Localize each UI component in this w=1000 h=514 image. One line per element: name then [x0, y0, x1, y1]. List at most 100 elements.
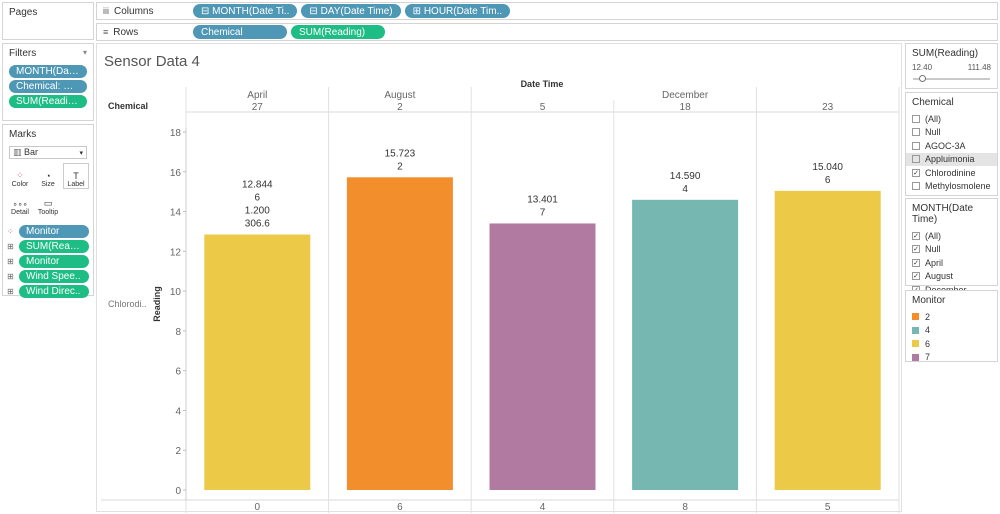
label-field-icon: ⊞	[7, 242, 14, 251]
detail-icon: ∘∘∘	[12, 200, 28, 209]
mark-type-value: Bar	[24, 147, 39, 157]
mark-field-monitor-color[interactable]: Monitor	[19, 225, 89, 238]
legend-swatch	[912, 340, 919, 348]
size-button[interactable]: ◔ Size	[35, 163, 61, 189]
row-pill-chemical[interactable]: Chemical	[193, 25, 287, 39]
chemical-option-label: Null	[925, 127, 941, 138]
bar-monitor-2[interactable]	[346, 177, 453, 491]
mark-field-wind-direction[interactable]: Wind Direc..	[19, 285, 89, 298]
chemical-option[interactable]: Methylosmolene	[906, 180, 997, 194]
chemical-option[interactable]: Appluimonia	[906, 152, 997, 166]
checkbox-checked-icon[interactable]: ✓	[912, 258, 920, 267]
size-icon: ◔	[45, 171, 51, 181]
bar-monitor-7[interactable]	[489, 223, 596, 490]
tooltip-button[interactable]: ▭ Tooltip	[35, 191, 61, 217]
day-header-label: 23	[822, 102, 834, 113]
chemical-option[interactable]: Null	[906, 126, 997, 140]
color-button[interactable]: ⁘ Color	[7, 163, 33, 189]
column-pill-day[interactable]: ⊟ DAY(Date Time)	[301, 4, 401, 18]
chemical-option[interactable]: ✓ Chlorodinine	[906, 166, 997, 180]
marks-card[interactable]: Marks ▥ Bar ▾ ⁘ Color ◔ Size T Label ∘∘∘…	[2, 124, 94, 298]
column-pill-hour[interactable]: ⊞ HOUR(Date Tim..	[404, 4, 511, 18]
columns-icon: iii	[103, 6, 109, 16]
monitor-legend-label: 2	[925, 311, 931, 322]
month-filter-card[interactable]: MONTH(Date Time) ✓ (All) ✓ Null ✓ April ✓ Augus…	[905, 198, 998, 295]
checkbox-icon[interactable]	[912, 114, 920, 123]
filter-month-pill[interactable]: MONTH(Date Ti..	[9, 65, 87, 78]
chemical-option[interactable]: AGOC-3A	[906, 139, 997, 153]
bar-monitor-6[interactable]	[204, 234, 311, 490]
chemical-option-label: Chlorodinine	[925, 167, 976, 178]
sum-reading-range-card[interactable]: SUM(Reading) 12.40 111.48	[905, 43, 998, 89]
pages-title: Pages	[9, 7, 38, 18]
checkbox-icon[interactable]	[912, 182, 920, 191]
chemical-row-header: Chemical	[108, 101, 148, 111]
range-slider[interactable]	[913, 75, 990, 82]
chemical-row-value: Chlorodi..	[108, 299, 147, 309]
bar-monitor-6[interactable]	[774, 190, 881, 491]
monitor-legend-label: 4	[925, 325, 931, 336]
checkbox-checked-icon[interactable]: ✓	[912, 272, 920, 281]
label-button[interactable]: T Label	[63, 163, 89, 189]
column-pill-month[interactable]: ⊟ MONTH(Date Ti..	[193, 4, 298, 18]
mark-field-wind-speed[interactable]: Wind Spee..	[19, 270, 89, 283]
filters-menu-icon[interactable]: ▾	[83, 48, 87, 59]
chemical-filter-card[interactable]: Chemical (All) Null AGOC-3A Appluimonia ✓ Chl…	[905, 92, 998, 196]
month-option[interactable]: ✓ (All)	[906, 229, 997, 243]
color-field-icon: ⁘	[7, 227, 14, 236]
label-field-icon: ⊞	[7, 272, 14, 281]
monitor-legend-item[interactable]: 4	[906, 324, 997, 338]
legend-swatch	[912, 313, 919, 321]
row-pill-sum-reading[interactable]: SUM(Reading)	[291, 25, 385, 39]
month-filter-title: MONTH(Date Time)	[912, 203, 974, 225]
month-header-label: August	[384, 90, 415, 101]
month-header-label: December	[662, 90, 709, 101]
hour-axis-label: 8	[682, 502, 688, 513]
chemical-option-label: AGOC-3A	[925, 140, 966, 151]
hour-axis-label: 5	[825, 502, 831, 513]
y-tick-label: 12	[170, 247, 182, 258]
label-button-label: Label	[67, 181, 85, 188]
mark-field-sum-reading[interactable]: SUM(Readi..	[19, 240, 89, 253]
label-icon: T	[73, 171, 79, 181]
detail-button[interactable]: ∘∘∘ Detail	[7, 191, 33, 217]
monitor-legend-card[interactable]: Monitor 2 4 6 7	[905, 290, 998, 362]
monitor-legend-item[interactable]: 7	[906, 351, 997, 365]
chemical-option[interactable]: (All)	[906, 112, 997, 126]
bar-data-label: 12.844	[242, 180, 273, 191]
filter-sum-reading-pill[interactable]: SUM(Reading)	[9, 95, 87, 108]
month-option[interactable]: ✓ August	[906, 270, 997, 284]
filter-chemical-pill[interactable]: Chemical: Chlor..	[9, 80, 87, 93]
color-icon: ⁘	[16, 170, 24, 180]
pages-shelf[interactable]: Pages	[2, 2, 94, 40]
bar-data-label: 13.401	[527, 194, 558, 205]
chemical-option-label: Appluimonia	[925, 154, 975, 165]
monitor-legend-label: 6	[925, 338, 931, 349]
checkbox-checked-icon[interactable]: ✓	[912, 245, 920, 254]
day-header-label: 2	[397, 102, 403, 113]
bar-data-label: 15.723	[385, 148, 416, 159]
checkbox-checked-icon[interactable]: ✓	[912, 168, 920, 177]
checkbox-icon[interactable]	[912, 155, 920, 164]
columns-shelf[interactable]: iii Columns ⊟ MONTH(Date Ti.. ⊟ DAY(Date…	[96, 2, 998, 20]
rows-shelf[interactable]: ≡ Rows Chemical SUM(Reading)	[96, 23, 998, 41]
y-tick-label: 8	[175, 327, 181, 338]
bar-data-label: 306.6	[245, 219, 270, 230]
bar-monitor-4[interactable]	[632, 199, 739, 490]
month-option-label: August	[925, 271, 954, 282]
range-slider-handle-min[interactable]	[919, 75, 926, 82]
y-tick-label: 16	[170, 168, 182, 179]
filters-shelf[interactable]: Filters ▾ MONTH(Date Ti.. Chemical: Chlo…	[2, 43, 94, 121]
y-tick-label: 6	[175, 367, 181, 378]
mark-type-dropdown[interactable]: ▥ Bar ▾	[9, 146, 87, 159]
checkbox-icon[interactable]	[912, 141, 920, 150]
mark-field-monitor-label[interactable]: Monitor	[19, 255, 89, 268]
checkbox-checked-icon[interactable]: ✓	[912, 231, 920, 240]
month-option[interactable]: ✓ April	[906, 256, 997, 270]
monitor-legend-item[interactable]: 6	[906, 337, 997, 351]
checkbox-icon[interactable]	[912, 128, 920, 137]
detail-button-label: Detail	[11, 209, 29, 216]
month-option[interactable]: ✓ Null	[906, 243, 997, 257]
monitor-legend-item[interactable]: 2	[906, 310, 997, 324]
bar-data-label: 6	[255, 193, 261, 204]
